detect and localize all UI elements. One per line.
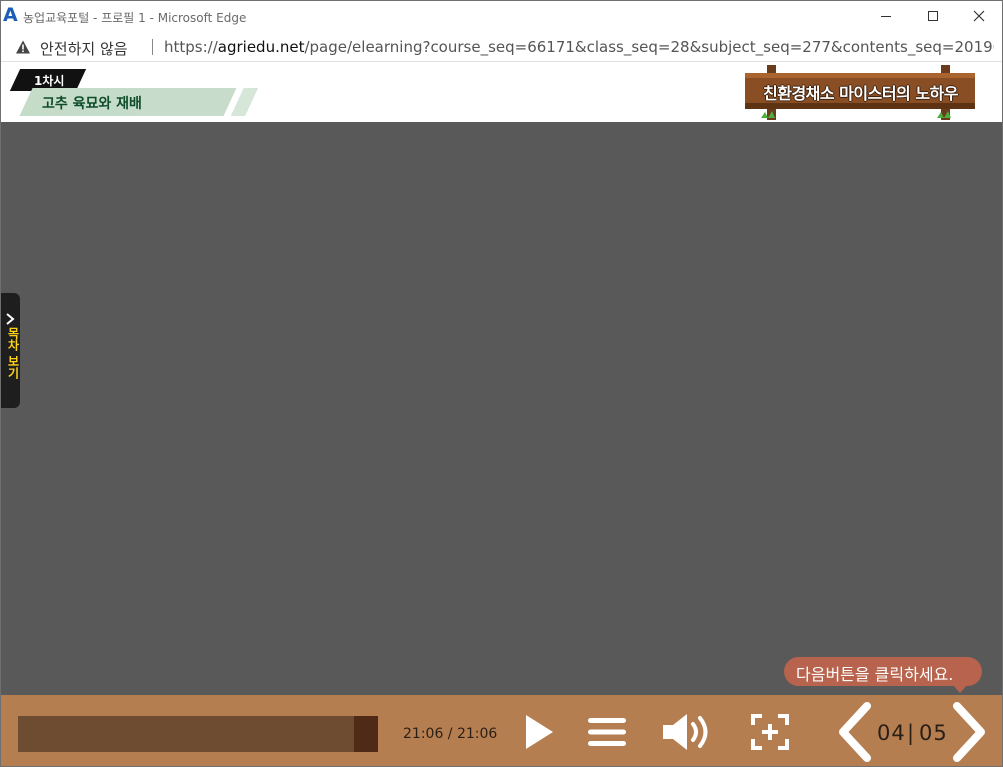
page-current: 04 — [877, 721, 906, 745]
total-time: 21:06 — [456, 726, 498, 742]
security-status[interactable]: 안전하지 않음 — [40, 38, 128, 59]
menu-button[interactable] — [585, 695, 629, 766]
maximize-button[interactable] — [910, 1, 956, 31]
menu-icon — [588, 717, 626, 746]
progress-bar[interactable] — [18, 716, 378, 752]
page-separator: | — [907, 721, 915, 745]
maximize-icon — [928, 11, 938, 21]
close-button[interactable] — [956, 1, 1002, 31]
chevron-right-icon — [953, 701, 985, 762]
title-bar: A 농업교육포털 - 프로필 1 - Microsoft Edge — [1, 1, 1002, 32]
fullscreen-icon — [751, 713, 789, 750]
lesson-header: 1차시 고추 육묘와 재배 친환경채소 마이스터의 노하우 — [1, 63, 1002, 122]
chevron-right-icon — [6, 313, 15, 325]
page-total: 05 — [919, 721, 948, 745]
minimize-icon — [881, 15, 891, 17]
toc-label: 목차 보기 — [6, 327, 20, 380]
address-separator — [152, 39, 153, 55]
window-title: 농업교육포털 - 프로필 1 - Microsoft Edge — [23, 11, 247, 25]
course-banner: 친환경채소 마이스터의 노하우 — [763, 84, 959, 103]
browser-window: A 농업교육포털 - 프로필 1 - Microsoft Edge 안전하지 않… — [0, 0, 1003, 767]
video-area[interactable] — [1, 122, 1002, 695]
chevron-left-icon — [839, 701, 871, 762]
time-display: 21:06 / 21:06 — [403, 726, 497, 742]
volume-button[interactable] — [659, 695, 719, 766]
url-domain: agriedu.net — [217, 38, 305, 56]
next-page-button[interactable] — [949, 695, 991, 766]
player-control-bar: 21:06 / 21:06 04 | 05 — [1, 695, 1002, 766]
minimize-button[interactable] — [863, 1, 909, 31]
play-button[interactable] — [519, 695, 559, 766]
close-icon — [973, 10, 985, 22]
elapsed-time: 21:06 — [403, 726, 444, 742]
volume-icon — [663, 713, 708, 750]
time-separator: / — [443, 726, 457, 742]
fullscreen-button[interactable] — [747, 695, 793, 766]
hint-text: 다음버튼을 클릭하세요. — [796, 665, 954, 684]
session-label: 1차시 — [34, 74, 65, 88]
prev-page-button[interactable] — [833, 695, 875, 766]
hint-bubble-tail — [953, 685, 967, 693]
address-bar: 안전하지 않음 https://agriedu.net/page/elearni… — [1, 32, 1002, 62]
progress-handle[interactable] — [354, 716, 378, 752]
url-field[interactable]: https://agriedu.net/page/elearning?cours… — [164, 38, 994, 56]
app-logo-icon: A — [3, 4, 18, 26]
subject-title: 고추 육묘와 재배 — [42, 96, 142, 112]
progress-fill — [18, 716, 378, 752]
url-prefix: https:// — [164, 38, 218, 56]
url-path: /page/elearning?course_seq=66171&class_s… — [304, 38, 994, 56]
warning-icon[interactable] — [15, 39, 31, 55]
toc-toggle-button[interactable]: 목차 보기 — [1, 293, 20, 408]
play-icon — [526, 714, 553, 749]
